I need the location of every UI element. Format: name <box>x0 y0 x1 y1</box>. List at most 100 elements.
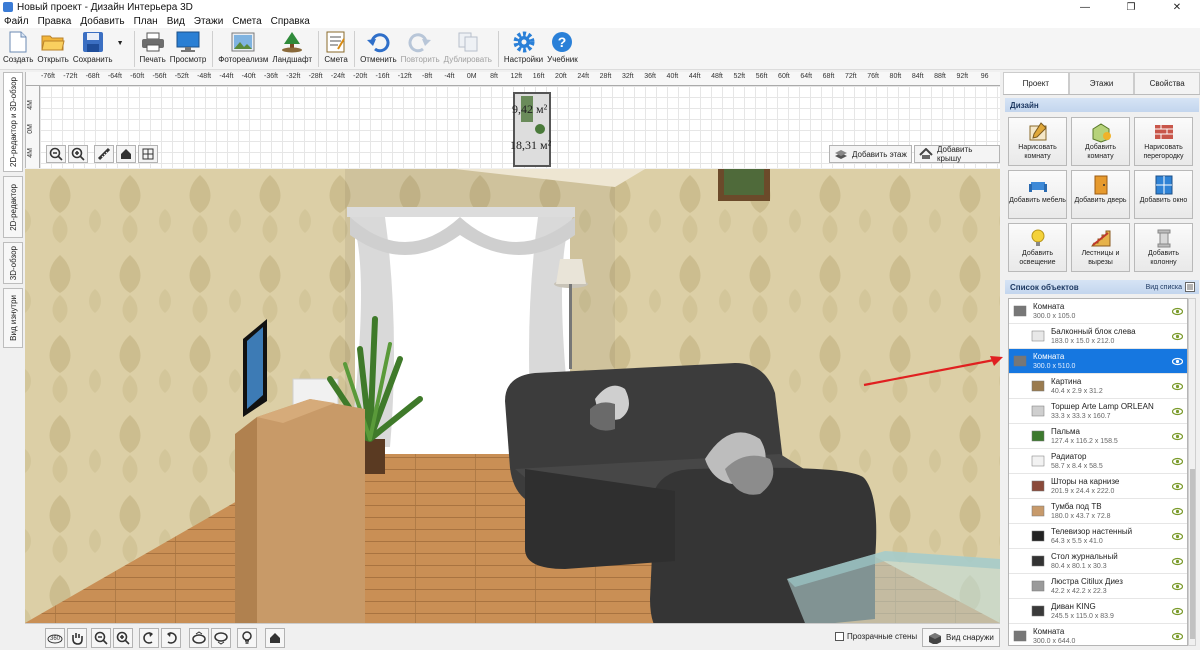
save-dropdown-arrow[interactable]: ▼ <box>117 28 124 47</box>
add-door-icon <box>1090 174 1112 196</box>
object-list-item[interactable]: Комната 300.0 x 105.0 <box>1009 299 1187 324</box>
estimate-button[interactable]: Смета <box>324 28 348 64</box>
tilt-down-button[interactable] <box>211 628 231 648</box>
visibility-eye-icon[interactable] <box>1171 531 1184 542</box>
add-lighting-button[interactable]: Добавить освещение <box>1008 223 1067 272</box>
undo-button[interactable]: Отменить <box>360 28 397 64</box>
zoom-out-3d-button[interactable] <box>91 628 111 648</box>
object-list-item[interactable]: Радиатор 58.7 x 8.4 x 58.5 <box>1009 449 1187 474</box>
menu-plan[interactable]: План <box>134 16 158 27</box>
ruler-left-label: 4M <box>27 100 34 110</box>
save-button[interactable]: Сохранить <box>73 28 113 64</box>
object-list-item[interactable]: Картина 40.4 x 2.9 x 31.2 <box>1009 374 1187 399</box>
redo-button[interactable]: Повторить <box>401 28 440 64</box>
rotate-left-button[interactable] <box>139 628 159 648</box>
duplicate-button[interactable]: Дублировать <box>444 28 492 64</box>
object-list-item[interactable]: Люстра Citilux Диез 42.2 x 42.2 x 22.3 <box>1009 574 1187 599</box>
maximize-button[interactable]: ❐ <box>1108 0 1154 14</box>
outside-view-button[interactable]: Вид снаружи <box>922 628 1000 647</box>
visibility-eye-icon[interactable] <box>1171 431 1184 442</box>
object-list-item[interactable]: Шторы на карнизе 201.9 x 24.4 x 222.0 <box>1009 474 1187 499</box>
scrollbar-thumb[interactable] <box>1190 469 1195 639</box>
menu-view[interactable]: Вид <box>167 16 185 27</box>
visibility-eye-icon[interactable] <box>1171 581 1184 592</box>
tab-properties[interactable]: Свойства <box>1134 72 1200 94</box>
menu-file[interactable]: Файл <box>4 16 29 27</box>
create-button[interactable]: Создать <box>3 28 33 64</box>
rotate-360-button[interactable]: 360 <box>45 628 65 648</box>
add-floor-button[interactable]: Добавить этаж <box>829 145 912 163</box>
view-list-toggle[interactable]: Вид списка <box>1146 282 1195 292</box>
object-list-item[interactable]: Торшер Arte Lamp ORLEAN 33.3 x 33.3 x 160… <box>1009 399 1187 424</box>
draw-partition-icon <box>1153 121 1175 143</box>
print-button[interactable]: Печать <box>140 28 166 64</box>
visibility-eye-icon[interactable] <box>1171 456 1184 467</box>
object-list-item[interactable]: Балконный блок слева 183.0 x 15.0 x 212.0 <box>1009 324 1187 349</box>
visibility-eye-icon[interactable] <box>1171 556 1184 567</box>
object-list[interactable]: Комната 300.0 x 105.0 Балконный блок слева… <box>1008 298 1188 646</box>
stairs-button[interactable]: Лестницы и вырезы <box>1071 223 1130 272</box>
object-list-item[interactable]: Диван KING 245.5 x 115.0 x 83.9 <box>1009 599 1187 624</box>
checkbox-box[interactable] <box>835 632 844 641</box>
lighting-button[interactable] <box>237 628 257 648</box>
object-list-item[interactable]: Комната 300.0 x 510.0 <box>1009 349 1187 374</box>
add-window-button[interactable]: Добавить окно <box>1134 170 1193 219</box>
landscape-button[interactable]: Ландшафт <box>272 28 312 64</box>
object-list-item[interactable]: Тумба под ТВ 180.0 x 43.7 x 72.8 <box>1009 499 1187 524</box>
object-list-item[interactable]: Комната 300.0 x 644.0 <box>1009 624 1187 645</box>
object-dimensions: 183.0 x 15.0 x 212.0 <box>1051 337 1115 345</box>
visibility-eye-icon[interactable] <box>1171 331 1184 342</box>
add-furniture-button[interactable]: Добавить мебель <box>1008 170 1067 219</box>
tilt-up-button[interactable] <box>189 628 209 648</box>
preview-button[interactable]: Просмотр <box>170 28 206 64</box>
visibility-eye-icon[interactable] <box>1171 606 1184 617</box>
visibility-eye-icon[interactable] <box>1171 381 1184 392</box>
grid-toggle-button[interactable] <box>138 145 158 163</box>
home-3d-button[interactable] <box>265 628 285 648</box>
visibility-eye-icon[interactable] <box>1171 481 1184 492</box>
draw-room-button[interactable]: Нарисовать комнату <box>1008 117 1067 166</box>
object-list-scrollbar[interactable] <box>1188 298 1196 646</box>
menu-estimate[interactable]: Смета <box>232 16 261 27</box>
rotate-right-button[interactable] <box>161 628 181 648</box>
visibility-eye-icon[interactable] <box>1171 631 1184 642</box>
measure-button[interactable] <box>94 145 114 163</box>
tab-inside-view[interactable]: Вид изнутри <box>3 288 23 348</box>
pan-button[interactable] <box>67 628 87 648</box>
home-view-button[interactable] <box>116 145 136 163</box>
menu-help[interactable]: Справка <box>271 16 310 27</box>
menu-floors[interactable]: Этажи <box>194 16 224 27</box>
tab-2d-and-3d[interactable]: 2D-редактор и 3D-обзор <box>3 72 23 172</box>
photorealism-button[interactable]: Фотореализм <box>218 28 268 64</box>
zoom-out-button[interactable] <box>46 145 66 163</box>
zoom-in-button[interactable] <box>68 145 88 163</box>
zoom-in-3d-button[interactable] <box>113 628 133 648</box>
object-list-item[interactable]: Пальма 127.4 x 116.2 x 158.5 <box>1009 424 1187 449</box>
add-column-button[interactable]: Добавить колонну <box>1134 223 1193 272</box>
tab-2d-editor[interactable]: 2D-редактор <box>3 176 23 238</box>
draw-partition-button[interactable]: Нарисовать перегородку <box>1134 117 1193 166</box>
visibility-eye-icon[interactable] <box>1171 356 1184 367</box>
add-roof-button[interactable]: Добавить крышу <box>914 145 1000 163</box>
close-button[interactable]: ✕ <box>1154 0 1200 14</box>
add-door-button[interactable]: Добавить дверь <box>1071 170 1130 219</box>
view-3d[interactable] <box>25 169 1000 623</box>
object-list-item[interactable]: Стол журнальный 80.4 x 80.1 x 30.3 <box>1009 549 1187 574</box>
visibility-eye-icon[interactable] <box>1171 506 1184 517</box>
plan-2d-editor[interactable]: -76ft -72ft -68ft -64ft -60ft -56ft -52ft -48ft… <box>25 72 1000 168</box>
menu-add[interactable]: Добавить <box>80 16 124 27</box>
ruler-top-label: 40ft <box>666 73 679 80</box>
minimize-button[interactable]: — <box>1062 0 1108 14</box>
visibility-eye-icon[interactable] <box>1171 406 1184 417</box>
settings-button[interactable]: Настройки <box>504 28 543 64</box>
tab-project[interactable]: Проект <box>1003 72 1069 94</box>
transparent-walls-checkbox[interactable]: Прозрачные стены <box>835 632 917 641</box>
tab-3d-view[interactable]: 3D-обзор <box>3 242 23 284</box>
visibility-eye-icon[interactable] <box>1171 306 1184 317</box>
open-button[interactable]: Открыть <box>37 28 69 64</box>
tutorial-button[interactable]: ? Учебник <box>547 28 578 64</box>
tab-floors[interactable]: Этажи <box>1068 72 1135 94</box>
object-list-item[interactable]: Телевизор настенный 64.3 x 5.5 x 41.0 <box>1009 524 1187 549</box>
add-room-button[interactable]: Добавить комнату <box>1071 117 1130 166</box>
menu-edit[interactable]: Правка <box>38 16 72 27</box>
